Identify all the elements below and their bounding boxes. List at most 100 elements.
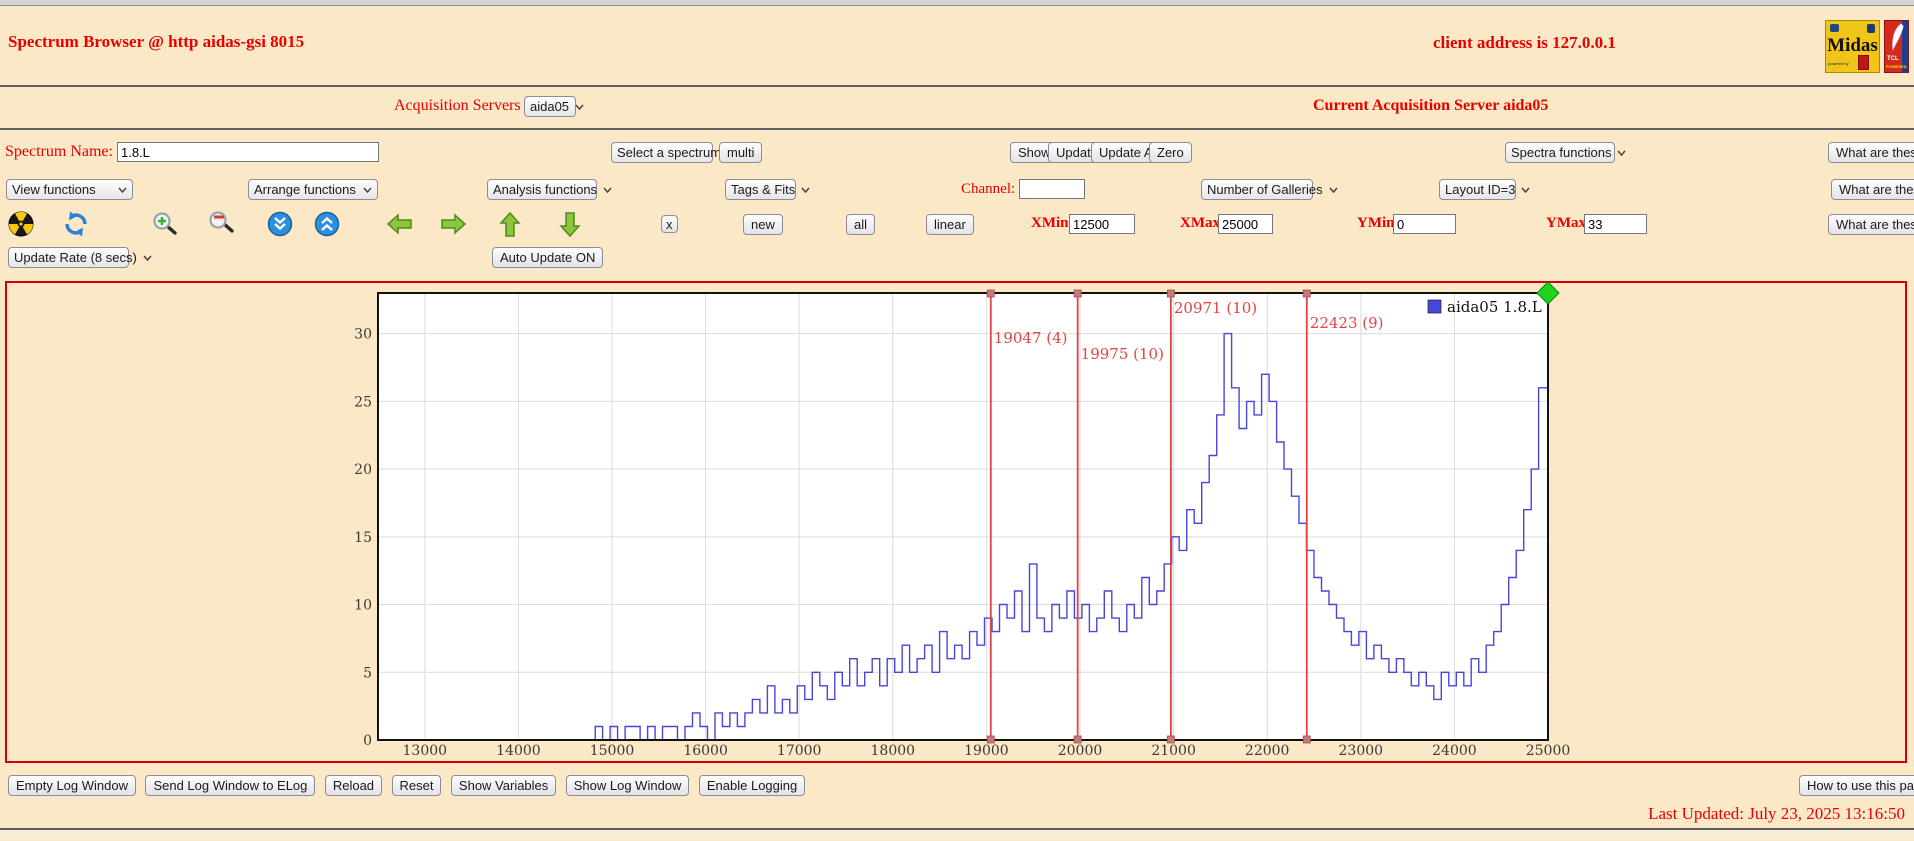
spectrum-name-input[interactable] bbox=[117, 142, 379, 162]
xmax-input[interactable] bbox=[1218, 214, 1273, 234]
feather-icon bbox=[1887, 23, 1907, 53]
svg-text:19000: 19000 bbox=[964, 743, 1009, 759]
svg-text:18000: 18000 bbox=[871, 743, 916, 759]
midas-logo[interactable]: Midas powered by bbox=[1825, 20, 1880, 73]
analysis-functions-dropdown[interactable]: Analysis functions bbox=[487, 179, 597, 200]
client-address: client address is 127.0.0.1 bbox=[1433, 33, 1616, 53]
svg-text:19975 (10): 19975 (10) bbox=[1081, 345, 1164, 363]
svg-text:20971 (10): 20971 (10) bbox=[1174, 299, 1257, 317]
arrow-down-icon[interactable] bbox=[557, 211, 583, 243]
svg-text:0: 0 bbox=[363, 733, 372, 749]
chart-frame: 19047 (4)19975 (10)20971 (10)22423 (9)13… bbox=[5, 281, 1907, 763]
svg-text:21000: 21000 bbox=[1151, 743, 1196, 759]
arrange-functions-value: Arrange functions bbox=[254, 182, 356, 197]
spectrum-row: Spectrum Name: Select a spectrum multi S… bbox=[0, 130, 1914, 174]
update-rate-value: Update Rate (8 secs) bbox=[14, 250, 137, 265]
reset-button[interactable]: Reset bbox=[392, 775, 442, 796]
refresh-icon[interactable] bbox=[63, 211, 89, 242]
svg-text:5: 5 bbox=[363, 665, 372, 681]
reload-button[interactable]: Reload bbox=[325, 775, 382, 796]
spectrum-chart[interactable]: 19047 (4)19975 (10)20971 (10)22423 (9)13… bbox=[7, 283, 1901, 757]
arrow-left-icon[interactable] bbox=[386, 211, 413, 242]
xmin-label: XMin bbox=[1031, 215, 1069, 232]
select-spectrum-dropdown[interactable]: Select a spectrum bbox=[611, 142, 713, 163]
fold-vertical-icon[interactable] bbox=[267, 211, 293, 242]
layout-id-value: Layout ID=3 bbox=[1445, 182, 1515, 197]
svg-text:25000: 25000 bbox=[1526, 743, 1571, 759]
number-of-galleries-dropdown[interactable]: Number of Galleries bbox=[1201, 179, 1313, 200]
zero-button[interactable]: Zero bbox=[1149, 142, 1192, 163]
zoom-out-icon[interactable] bbox=[209, 211, 235, 242]
xmax-label: XMax bbox=[1180, 215, 1220, 232]
arrange-functions-dropdown[interactable]: Arrange functions bbox=[248, 179, 378, 200]
chevron-down-icon bbox=[603, 187, 612, 193]
show-variables-button[interactable]: Show Variables bbox=[451, 775, 556, 796]
svg-text:22423 (9): 22423 (9) bbox=[1310, 314, 1384, 332]
chevron-down-icon bbox=[1521, 187, 1530, 193]
xmin-input[interactable] bbox=[1069, 214, 1135, 234]
ymax-label: YMax bbox=[1546, 215, 1586, 232]
page-title: Spectrum Browser @ http aidas-gsi 8015 bbox=[8, 32, 304, 52]
enable-logging-button[interactable]: Enable Logging bbox=[699, 775, 805, 796]
new-button[interactable]: new bbox=[743, 214, 783, 235]
arrow-up-icon[interactable] bbox=[497, 211, 523, 243]
chevron-down-icon bbox=[363, 187, 372, 193]
midas-logo-sub: powered by bbox=[1828, 61, 1849, 66]
x-button[interactable]: x bbox=[661, 215, 678, 233]
svg-text:20: 20 bbox=[354, 462, 372, 478]
what-are-these-button-1[interactable]: What are these? bbox=[1828, 142, 1914, 163]
acquisition-server-value: aida05 bbox=[530, 99, 569, 114]
tcl-logo-sub: POWERED bbox=[1886, 64, 1907, 69]
icon-toolbar: x new all linear XMin XMax YMin YMax Wha… bbox=[0, 207, 1914, 243]
chevron-down-icon bbox=[1329, 187, 1338, 193]
ymin-input[interactable] bbox=[1393, 214, 1456, 234]
send-log-to-elog-button[interactable]: Send Log Window to ELog bbox=[145, 775, 315, 796]
empty-log-window-button[interactable]: Empty Log Window bbox=[8, 775, 136, 796]
galleries-value: Number of Galleries bbox=[1207, 182, 1323, 197]
bottom-strip bbox=[0, 830, 1914, 839]
spectra-functions-dropdown[interactable]: Spectra functions bbox=[1505, 142, 1615, 163]
all-button[interactable]: all bbox=[846, 214, 875, 235]
how-to-use-button[interactable]: How to use this page bbox=[1799, 775, 1914, 796]
linear-button[interactable]: linear bbox=[926, 214, 974, 235]
tcl-powered-logo[interactable]: TCL POWERED bbox=[1884, 20, 1909, 73]
tcl-logo-text: TCL bbox=[1887, 56, 1899, 62]
svg-text:23000: 23000 bbox=[1339, 743, 1384, 759]
spectra-functions-value: Spectra functions bbox=[1511, 145, 1611, 160]
select-spectrum-value: Select a spectrum bbox=[617, 145, 721, 160]
chevron-down-icon bbox=[118, 187, 127, 193]
update-row: Update Rate (8 secs) Auto Update ON bbox=[0, 243, 1914, 276]
update-rate-dropdown[interactable]: Update Rate (8 secs) bbox=[8, 247, 129, 268]
ymax-input[interactable] bbox=[1584, 214, 1647, 234]
layout-id-dropdown[interactable]: Layout ID=3 bbox=[1439, 179, 1516, 200]
radiation-icon[interactable] bbox=[8, 211, 34, 242]
arrow-right-icon[interactable] bbox=[440, 211, 467, 242]
midas-logo-text: Midas bbox=[1826, 35, 1879, 57]
channel-label: Channel: bbox=[961, 181, 1015, 198]
tags-fits-value: Tags & Fits bbox=[731, 182, 795, 197]
channel-input[interactable] bbox=[1019, 179, 1085, 199]
chevron-down-icon bbox=[575, 104, 584, 110]
acquisition-server-select[interactable]: aida05 bbox=[524, 96, 576, 117]
chevron-down-icon bbox=[1617, 150, 1626, 156]
what-are-these-button-3[interactable]: What are these? bbox=[1828, 214, 1914, 235]
log-row: Empty Log Window Send Log Window to ELog… bbox=[0, 763, 1914, 800]
show-log-window-button[interactable]: Show Log Window bbox=[566, 775, 690, 796]
svg-text:30: 30 bbox=[354, 327, 372, 343]
multi-button[interactable]: multi bbox=[719, 142, 762, 163]
svg-text:20000: 20000 bbox=[1058, 743, 1103, 759]
zoom-in-icon[interactable] bbox=[152, 211, 178, 242]
view-functions-dropdown[interactable]: View functions bbox=[6, 179, 133, 200]
footer: Last Updated: July 23, 2025 13:16:50 bbox=[0, 800, 1914, 828]
what-are-these-button-2[interactable]: What are these? bbox=[1831, 179, 1914, 200]
view-functions-value: View functions bbox=[12, 182, 96, 197]
ymin-label: YMin bbox=[1357, 215, 1395, 232]
last-updated-text: Last Updated: July 23, 2025 13:16:50 bbox=[1648, 804, 1905, 824]
auto-update-button[interactable]: Auto Update ON bbox=[492, 247, 603, 268]
spectrum-name-label: Spectrum Name: bbox=[5, 143, 113, 161]
functions-row: View functions Arrange functions Analysi… bbox=[0, 174, 1914, 207]
svg-text:17000: 17000 bbox=[777, 743, 822, 759]
svg-text:22000: 22000 bbox=[1245, 743, 1290, 759]
unfold-vertical-icon[interactable] bbox=[314, 211, 340, 242]
tags-fits-dropdown[interactable]: Tags & Fits bbox=[725, 179, 796, 200]
